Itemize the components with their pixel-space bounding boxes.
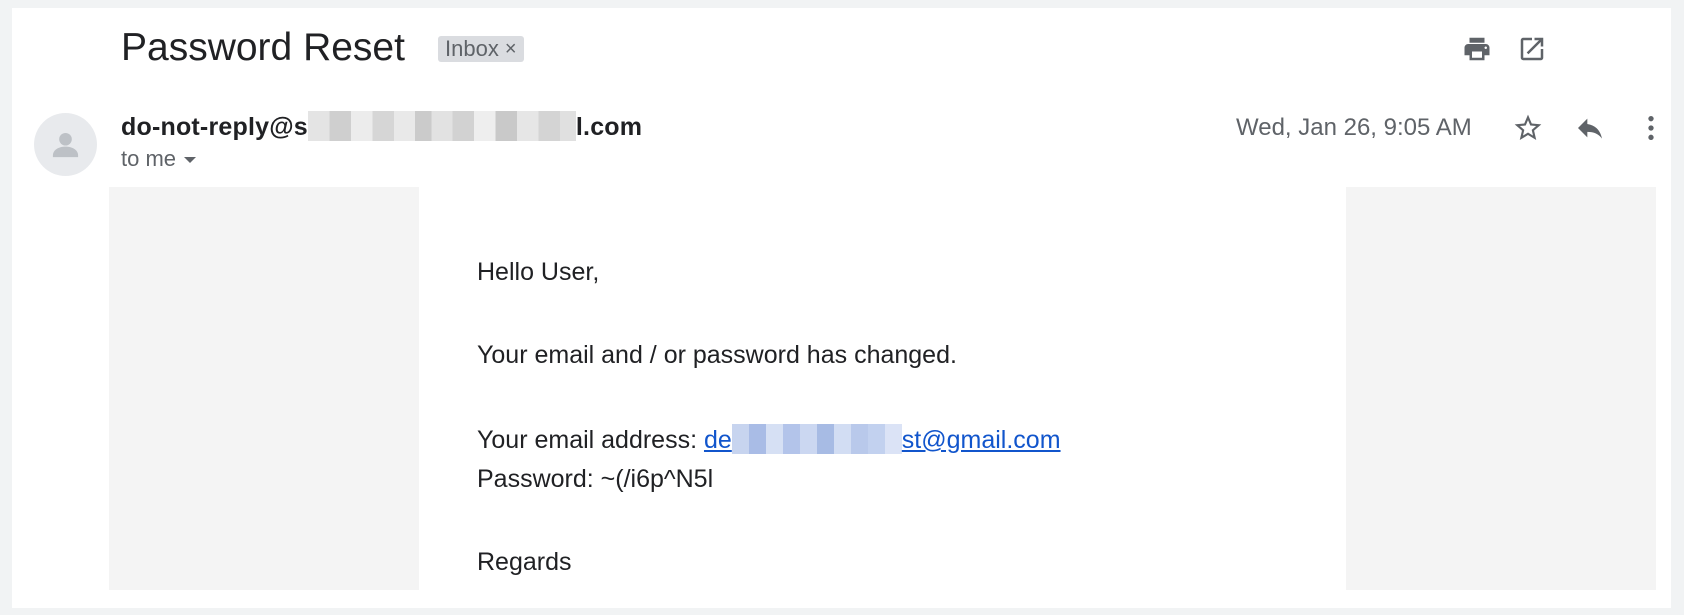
star-icon[interactable] xyxy=(1512,112,1544,144)
recipient-label: to me xyxy=(121,146,177,171)
body-greeting: Hello User, xyxy=(477,258,600,286)
email-subject: Password Reset xyxy=(121,26,405,69)
email-body-left-margin xyxy=(109,187,419,590)
sender-address[interactable]: do-not-reply@s l.com xyxy=(121,111,642,142)
label-text: Inbox xyxy=(445,36,499,61)
inbox-label-chip[interactable]: Inbox × xyxy=(438,36,524,62)
email-link-prefix: de xyxy=(703,426,732,454)
redacted-email-block xyxy=(731,424,902,454)
sender-avatar[interactable] xyxy=(34,113,97,176)
sender-address-prefix: do-not-reply@s xyxy=(121,113,308,141)
open-in-new-window-icon[interactable] xyxy=(1517,34,1547,64)
email-address-link[interactable]: de st@gmail.com xyxy=(703,424,1061,454)
body-signoff: Regards xyxy=(477,548,572,576)
sender-address-suffix: l.com xyxy=(575,113,643,141)
recipient-details-toggle[interactable]: to me xyxy=(121,146,197,172)
body-notice: Your email and / or password has changed… xyxy=(477,341,957,369)
body-password-line: Password: ~(/i6p^N5l xyxy=(477,465,714,493)
more-vertical-icon[interactable] xyxy=(1635,112,1667,144)
default-avatar-icon xyxy=(52,132,79,158)
email-view: Password Reset Inbox × do-not-reply@s l.c… xyxy=(12,8,1671,608)
print-icon[interactable] xyxy=(1462,34,1492,64)
body-email-address-line: Your email address: de st@gmail.com xyxy=(477,424,1061,455)
reply-icon[interactable] xyxy=(1574,112,1606,144)
remove-label-icon[interactable]: × xyxy=(505,36,517,62)
email-body-right-margin xyxy=(1346,187,1656,590)
redacted-sender-block xyxy=(307,111,576,141)
email-link-suffix: st@gmail.com xyxy=(901,426,1061,454)
email-date: Wed, Jan 26, 9:05 AM xyxy=(1236,114,1472,141)
chevron-down-icon xyxy=(184,157,197,163)
email-address-label: Your email address: xyxy=(477,426,704,454)
